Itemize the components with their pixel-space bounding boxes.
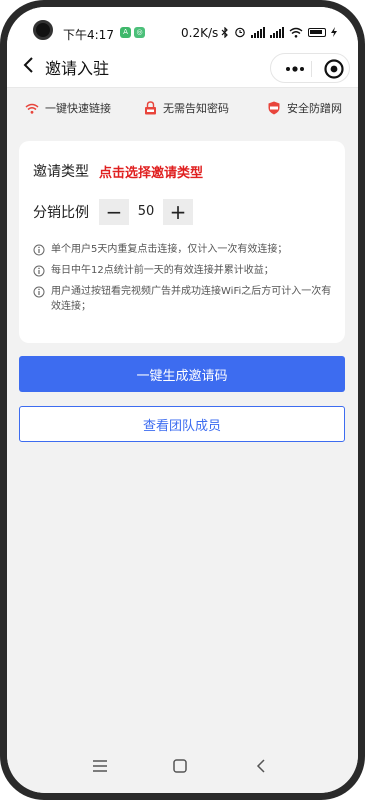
alarm-icon	[235, 27, 245, 38]
app-badge-icon: ◎	[134, 27, 145, 38]
page-title: 邀请入驻	[45, 59, 110, 78]
status-icons	[221, 26, 337, 38]
front-camera	[33, 20, 53, 40]
note-item: 每日中午12点统计前一天的有效连接并累计收益；	[33, 263, 339, 278]
home-icon[interactable]	[171, 757, 189, 775]
system-nav-bar	[7, 739, 358, 793]
close-miniprogram-icon[interactable]	[323, 58, 345, 80]
info-icon	[33, 244, 45, 255]
app-badge-icon: A	[120, 27, 131, 38]
note-item: 单个用户5天内重复点击连接，仅计入一次有效连接；	[33, 242, 339, 257]
sos-shield-icon	[268, 101, 280, 115]
distribution-ratio-label: 分销比例	[33, 205, 89, 221]
feature-label: 一键快速链接	[45, 102, 111, 115]
nav-bar: 邀请入驻	[7, 43, 358, 87]
feature-label: 安全防蹭网	[287, 102, 342, 115]
increase-button[interactable]: +	[163, 199, 193, 225]
battery-icon	[308, 27, 326, 37]
signal-icon	[251, 26, 265, 38]
network-speed: 0.2K/s	[181, 26, 219, 40]
feature-row: 一键快速链接 无需告知密码 安全防蹭网	[7, 87, 358, 127]
feature-item: 安全防蹭网	[267, 100, 342, 116]
note-item: 用户通过按钮看完视频广告并成功连接WiFi之后方可计入一次有效连接；	[33, 284, 339, 314]
back-icon[interactable]	[253, 757, 271, 775]
phone-frame: 下午4:17 A ◎ 0.2K/s 邀请入驻 一键快速链接 无需告知密码 安全防…	[0, 0, 365, 800]
feature-item: 一键快速链接	[25, 100, 111, 116]
wifi-icon	[25, 103, 39, 114]
wifi-icon	[289, 27, 303, 38]
invite-type-row: 邀请类型 点击选择邀请类型	[33, 161, 203, 181]
note-text: 每日中午12点统计前一天的有效连接并累计收益；	[51, 265, 274, 276]
ratio-value[interactable]: 50	[129, 199, 163, 225]
hd-signal-icon	[270, 26, 284, 38]
menu-icon[interactable]	[91, 757, 109, 775]
invite-type-label: 邀请类型	[33, 164, 89, 180]
lock-icon	[145, 101, 156, 115]
bluetooth-icon	[221, 26, 228, 38]
decrease-button[interactable]: −	[99, 199, 129, 225]
note-text: 单个用户5天内重复点击连接，仅计入一次有效连接；	[51, 244, 288, 255]
info-icon	[33, 286, 45, 297]
distribution-ratio-row: 分销比例 − 50 +	[33, 199, 193, 225]
status-time: 下午4:17	[63, 28, 114, 42]
status-bar: 下午4:17 A ◎ 0.2K/s	[7, 7, 358, 43]
rules-notes: 单个用户5天内重复点击连接，仅计入一次有效连接； 每日中午12点统计前一天的有效…	[33, 242, 339, 320]
charging-icon	[331, 27, 337, 37]
ratio-stepper: − 50 +	[99, 199, 193, 225]
invite-settings-card: 邀请类型 点击选择邀请类型 分销比例 − 50 + 单个用户5天内重复点击连接，…	[19, 141, 345, 343]
capsule-divider	[311, 61, 312, 77]
view-team-members-button[interactable]: 查看团队成员	[19, 406, 345, 442]
generate-invite-code-button[interactable]: 一键生成邀请码	[19, 356, 345, 392]
feature-label: 无需告知密码	[163, 102, 229, 115]
feature-item: 无需告知密码	[144, 100, 229, 116]
note-text: 用户通过按钮看完视频广告并成功连接WiFi之后方可计入一次有效连接；	[51, 286, 332, 312]
back-arrow-icon[interactable]	[17, 53, 41, 77]
select-invite-type-link[interactable]: 点击选择邀请类型	[99, 162, 203, 181]
mini-program-capsule	[270, 53, 350, 83]
more-options-icon[interactable]	[283, 60, 307, 78]
info-icon	[33, 265, 45, 276]
screen: 下午4:17 A ◎ 0.2K/s 邀请入驻 一键快速链接 无需告知密码 安全防…	[7, 7, 358, 793]
